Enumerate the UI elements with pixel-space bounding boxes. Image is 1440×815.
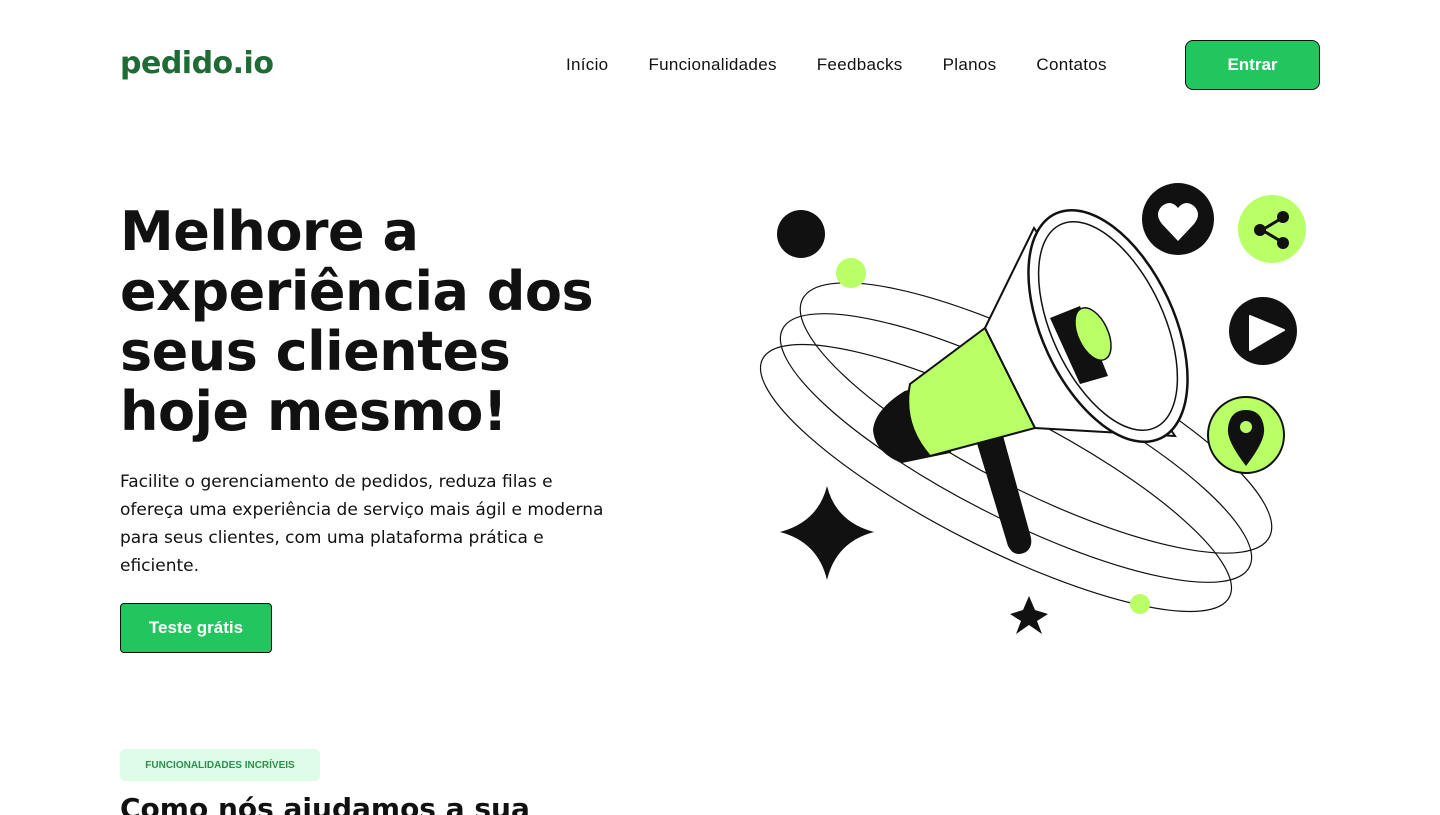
nav-link-inicio[interactable]: Início bbox=[566, 54, 608, 76]
nav-link-feedbacks[interactable]: Feedbacks bbox=[817, 54, 903, 76]
small-star-icon bbox=[1010, 596, 1048, 634]
nav-link-funcionalidades[interactable]: Funcionalidades bbox=[648, 54, 776, 76]
sparkle-star-icon bbox=[780, 486, 874, 580]
black-dot bbox=[777, 210, 825, 258]
main-nav: Início Funcionalidades Feedbacks Planos … bbox=[566, 54, 1147, 76]
lime-dot bbox=[836, 258, 866, 288]
free-trial-button[interactable]: Teste grátis bbox=[120, 603, 272, 653]
heart-icon bbox=[1142, 183, 1214, 255]
nav-link-planos[interactable]: Planos bbox=[943, 54, 997, 76]
lime-dot-small bbox=[1130, 594, 1150, 614]
login-button[interactable]: Entrar bbox=[1185, 40, 1320, 90]
share-icon bbox=[1238, 195, 1306, 263]
hero-description: Facilite o gerenciamento de pedidos, red… bbox=[120, 472, 604, 576]
section-title: Como nós ajudamos a sua bbox=[120, 792, 530, 815]
hero-title: Melhore a experiência dos seus clientes … bbox=[120, 200, 594, 443]
nav-link-contatos[interactable]: Contatos bbox=[1036, 54, 1106, 76]
section-badge: FUNCIONALIDADES INCRÍVEIS bbox=[120, 749, 320, 781]
hero-illustration bbox=[759, 183, 1306, 634]
play-icon bbox=[1229, 297, 1297, 365]
location-pin-icon bbox=[1207, 396, 1285, 474]
logo[interactable]: pedido.io bbox=[120, 46, 274, 81]
